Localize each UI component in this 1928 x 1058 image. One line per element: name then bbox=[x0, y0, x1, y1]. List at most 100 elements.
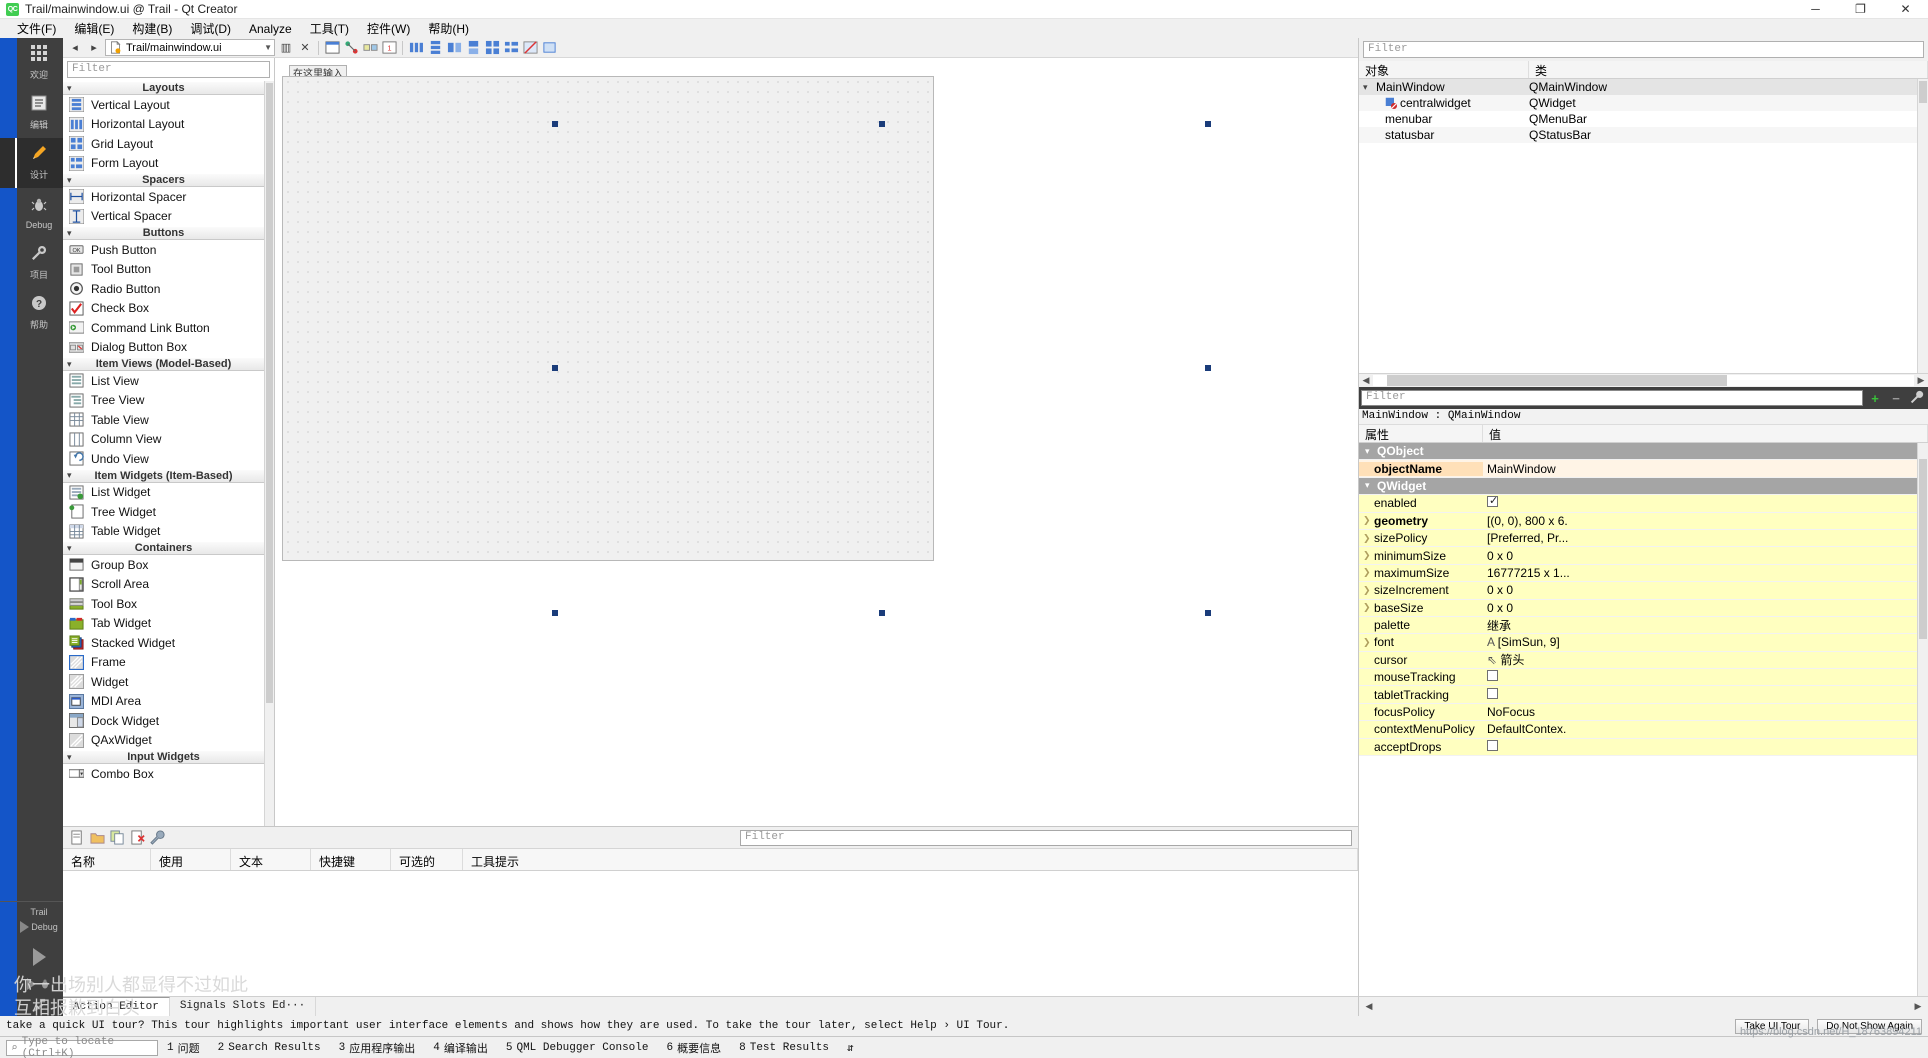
widget-group-header[interactable]: ▾ Item Views (Model-Based) bbox=[63, 357, 264, 371]
property-settings-icon[interactable] bbox=[1908, 390, 1926, 407]
widget-group-header[interactable]: ▾ Buttons bbox=[63, 226, 264, 240]
chevron-down-icon[interactable]: ▾ bbox=[1363, 82, 1373, 93]
sidebar-item-debug[interactable]: Debug bbox=[0, 188, 63, 238]
property-row[interactable]: enabled bbox=[1359, 495, 1917, 513]
sidebar-item-design[interactable]: 设计 bbox=[0, 138, 63, 188]
copy-icon[interactable] bbox=[109, 830, 125, 846]
object-tree-hscrollbar[interactable]: ◀ ▶ bbox=[1359, 373, 1928, 387]
debug-button[interactable] bbox=[0, 974, 63, 994]
menu-file[interactable]: 文件(F) bbox=[8, 18, 65, 39]
widget-item[interactable]: Grid Layout bbox=[63, 134, 264, 154]
property-checkbox[interactable] bbox=[1487, 739, 1498, 751]
form-canvas[interactable] bbox=[282, 76, 934, 561]
edit-widgets-icon[interactable] bbox=[324, 40, 340, 56]
chevron-right-icon[interactable]: ❯ bbox=[1363, 637, 1372, 648]
layout-splitter-h-icon[interactable] bbox=[446, 40, 462, 56]
action-col-name[interactable]: 名称 bbox=[63, 849, 151, 870]
add-property-icon[interactable]: + bbox=[1866, 391, 1884, 406]
property-row[interactable]: tabletTracking bbox=[1359, 686, 1917, 704]
property-col-name[interactable]: 属性 bbox=[1359, 425, 1483, 442]
sidebar-item-edit[interactable]: 编辑 bbox=[0, 88, 63, 138]
kit-selector[interactable]: Trail Debug bbox=[0, 901, 63, 940]
property-row[interactable]: objectName MainWindow bbox=[1359, 460, 1917, 478]
nav-back-button[interactable]: ◂ bbox=[67, 40, 83, 56]
widget-item[interactable]: QAxWidget bbox=[63, 731, 264, 751]
widget-box-scrollbar[interactable] bbox=[264, 81, 274, 826]
resize-handle-mid-right[interactable] bbox=[1205, 365, 1211, 371]
resize-handle-bot-right[interactable] bbox=[1205, 610, 1211, 616]
action-col-shortcut[interactable]: 快捷键 bbox=[311, 849, 391, 870]
resize-handle-mid-left[interactable] bbox=[552, 365, 558, 371]
layout-vertical-icon[interactable] bbox=[427, 40, 443, 56]
edit-tab-order-icon[interactable]: 1 bbox=[381, 40, 397, 56]
edit-buddies-icon[interactable] bbox=[362, 40, 378, 56]
adjust-size-icon[interactable] bbox=[541, 40, 557, 56]
property-row[interactable]: focusPolicy NoFocus bbox=[1359, 703, 1917, 722]
locator-input[interactable]: ⌕ Type to locate (Ctrl+K) bbox=[6, 1036, 158, 1058]
widget-item[interactable]: Tool Box bbox=[63, 594, 264, 614]
action-col-tooltip[interactable]: 工具提示 bbox=[463, 849, 1358, 870]
tab-action-editor[interactable]: Action Editor bbox=[63, 997, 170, 1016]
hscroll-track[interactable] bbox=[1373, 375, 1914, 386]
property-editor-filter[interactable]: Filter bbox=[1361, 390, 1863, 406]
menu-build[interactable]: 构建(B) bbox=[123, 18, 181, 39]
delete-icon[interactable] bbox=[129, 830, 145, 846]
object-tree-row[interactable]: centralwidget QWidget bbox=[1359, 95, 1917, 111]
action-col-used[interactable]: 使用 bbox=[151, 849, 231, 870]
footer-left-arrow[interactable]: ◀ bbox=[1362, 1001, 1376, 1012]
object-inspector-tree[interactable]: ▾ MainWindow QMainWindow centralwidget QWidg… bbox=[1359, 79, 1917, 373]
widget-item[interactable]: Vertical Spacer bbox=[63, 207, 264, 227]
output-item-general-messages[interactable]: 6 概要信息 bbox=[658, 1037, 731, 1058]
resize-handle-bot-left[interactable] bbox=[552, 610, 558, 616]
object-tree-row[interactable]: statusbar QStatusBar bbox=[1359, 127, 1917, 143]
object-col-class[interactable]: 类 bbox=[1529, 61, 1928, 78]
widget-item[interactable]: Column View bbox=[63, 430, 264, 450]
widget-item[interactable]: Undo View bbox=[63, 449, 264, 469]
property-list[interactable]: ▾ QObject objectName MainWindow ▾ QWidget enab… bbox=[1359, 443, 1917, 996]
object-inspector-filter[interactable]: Filter bbox=[1363, 41, 1924, 58]
footer-right-arrow[interactable]: ▶ bbox=[1911, 1001, 1925, 1012]
widget-item[interactable]: Tree View bbox=[63, 391, 264, 411]
widget-item[interactable]: Form Layout bbox=[63, 154, 264, 174]
widget-item[interactable]: OK Push Button bbox=[63, 240, 264, 260]
sidebar-item-help[interactable]: ? 帮助 bbox=[0, 288, 63, 338]
form-editor[interactable]: 在这里输入 bbox=[275, 58, 1358, 826]
widget-box-filter[interactable]: Filter bbox=[67, 61, 270, 78]
object-tree-row[interactable]: ▾ MainWindow QMainWindow bbox=[1359, 79, 1917, 95]
close-editor-button[interactable]: ✕ bbox=[297, 40, 313, 56]
widget-item[interactable]: List Widget bbox=[63, 483, 264, 503]
menu-window[interactable]: 控件(W) bbox=[358, 18, 419, 39]
object-tree-scrollbar[interactable] bbox=[1917, 79, 1928, 373]
close-button[interactable]: ✕ bbox=[1883, 0, 1928, 19]
split-editor-button[interactable]: ▥ bbox=[278, 40, 294, 56]
layout-grid-icon[interactable] bbox=[484, 40, 500, 56]
open-file-combo[interactable]: Trail/mainwindow.ui ▼ bbox=[105, 39, 275, 56]
property-checkbox[interactable] bbox=[1487, 670, 1498, 682]
widget-item[interactable]: Group Box bbox=[63, 555, 264, 575]
widget-item[interactable]: Radio Button bbox=[63, 279, 264, 299]
action-col-text[interactable]: 文本 bbox=[231, 849, 311, 870]
widget-group-header[interactable]: ▾ Input Widgets bbox=[63, 750, 264, 764]
output-item-issues[interactable]: 1 问题 bbox=[158, 1037, 209, 1058]
property-list-scrollbar[interactable] bbox=[1917, 443, 1928, 996]
output-item-test-results[interactable]: 8 Test Results bbox=[730, 1037, 838, 1058]
hscroll-left-arrow[interactable]: ◀ bbox=[1359, 375, 1373, 386]
menu-edit[interactable]: 编辑(E) bbox=[65, 18, 123, 39]
widget-group-header[interactable]: ▾ Spacers bbox=[63, 173, 264, 187]
output-item-search-results[interactable]: 2 Search Results bbox=[209, 1037, 330, 1058]
widget-item[interactable]: MDI Area bbox=[63, 692, 264, 712]
widget-item[interactable]: Tree Widget bbox=[63, 502, 264, 522]
property-checkbox[interactable] bbox=[1487, 687, 1498, 699]
resize-handle-top-left[interactable] bbox=[552, 121, 558, 127]
property-row[interactable]: ❯ baseSize 0 x 0 bbox=[1359, 599, 1917, 617]
widget-group-header[interactable]: ▾ Containers bbox=[63, 541, 264, 555]
menu-debug[interactable]: 调试(D) bbox=[181, 18, 240, 39]
resize-handle-top-center[interactable] bbox=[879, 121, 885, 127]
widget-box-scroll-thumb[interactable] bbox=[266, 83, 273, 703]
widget-item[interactable]: Table Widget bbox=[63, 522, 264, 542]
new-action-icon[interactable] bbox=[69, 830, 85, 846]
property-row[interactable]: ❯ font A [SimSun, 9] bbox=[1359, 634, 1917, 652]
property-row[interactable]: cursor ⇖ 箭头 bbox=[1359, 651, 1917, 670]
property-group-row[interactable]: ▾ QObject bbox=[1359, 443, 1917, 461]
kit-run-config[interactable]: Debug bbox=[15, 918, 63, 936]
